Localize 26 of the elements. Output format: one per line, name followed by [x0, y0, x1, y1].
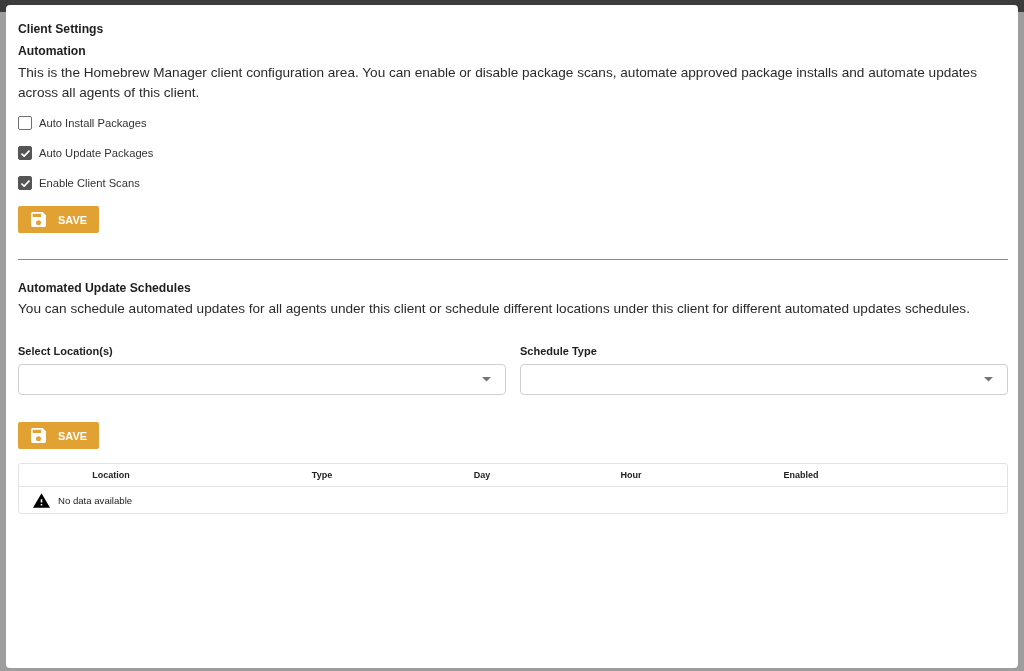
checkbox-label[interactable]: Enable Client Scans [39, 177, 140, 189]
checkbox-label[interactable]: Auto Install Packages [39, 117, 147, 129]
section-heading: Automation [18, 43, 86, 60]
column-header[interactable]: Enabled [783, 470, 819, 480]
section-description: You can schedule automated updates for all agents under this client or schedule different locations under this client for different automated updates schedules. [18, 300, 970, 318]
checkmark-icon [20, 149, 30, 157]
column-header[interactable]: Hour [620, 470, 642, 480]
dialog-title: Client Settings [18, 21, 104, 38]
column-header[interactable]: Type [311, 470, 333, 480]
field-label: Select Location(s) [18, 344, 114, 358]
warning-icon [33, 492, 50, 508]
checkbox-label[interactable]: Auto Update Packages [39, 147, 154, 159]
dropdown-field[interactable] [18, 364, 506, 395]
checkbox[interactable] [18, 176, 32, 190]
checkmark-icon [20, 179, 30, 187]
checkbox[interactable] [18, 116, 32, 130]
caret-icon [482, 377, 491, 382]
dropdown-field[interactable] [520, 364, 1008, 395]
field-label: Schedule Type [520, 344, 598, 358]
column-header[interactable]: Day [473, 470, 491, 480]
column-header[interactable]: Location [92, 470, 130, 480]
caret-icon [984, 377, 993, 382]
section-description: This is the Homebrew Manager client configuration area. You can enable or disable package scans, automate approved package installs and automate updates across all agents of this client. [18, 64, 978, 102]
section-heading: Automated Update Schedules [18, 280, 191, 297]
empty-message: No data available [58, 494, 133, 506]
checkbox[interactable] [18, 146, 32, 160]
